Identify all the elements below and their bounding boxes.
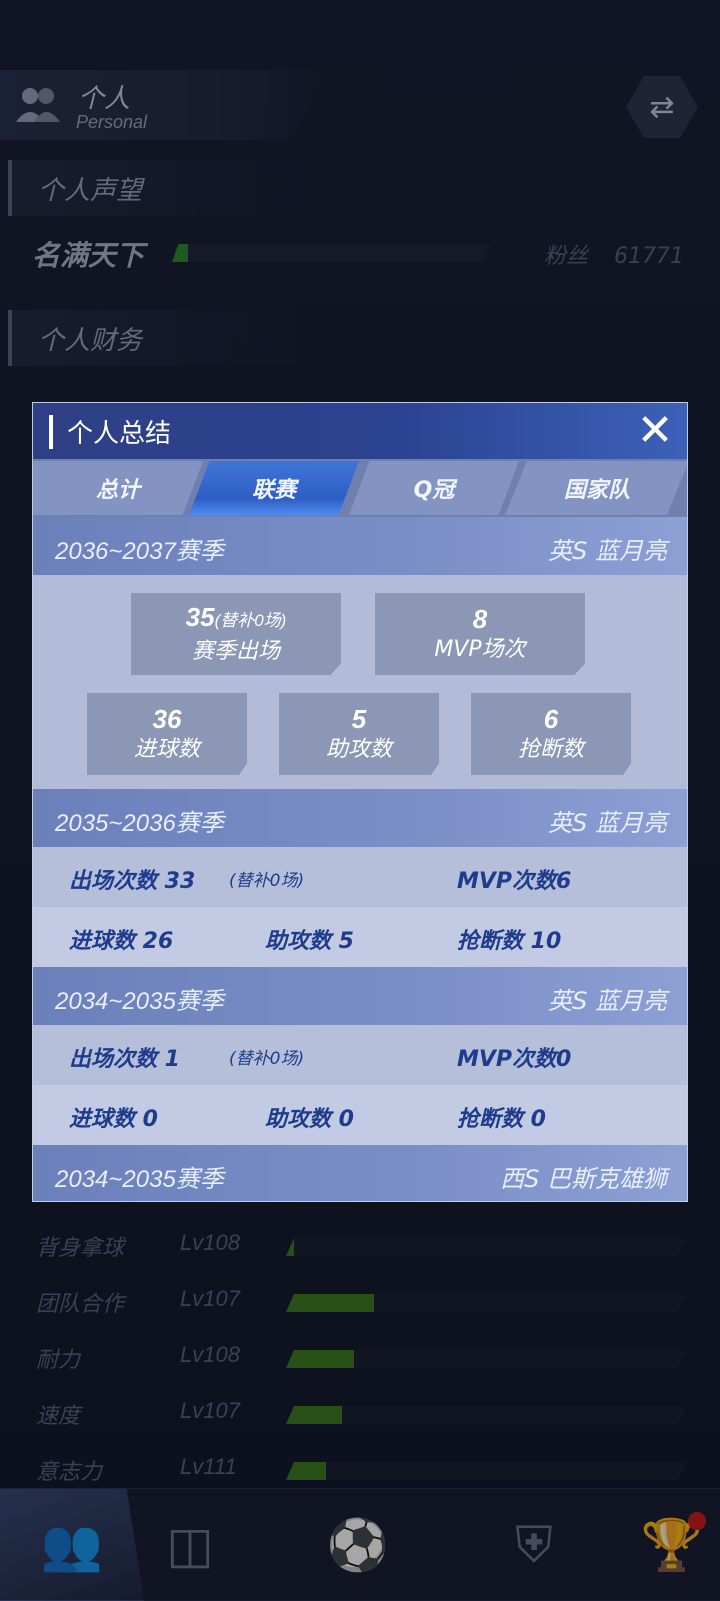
season-header: 2035~2036赛季 英S 蓝月亮	[33, 789, 687, 847]
mvp-text: MVP次数0	[457, 1047, 572, 1072]
stat-label: 进球数	[133, 737, 200, 762]
stat-label: 赛季出场	[191, 639, 280, 664]
close-button[interactable]: ✕	[631, 407, 679, 455]
close-icon: ✕	[636, 405, 674, 456]
substitute-text: (替补0场)	[229, 1049, 305, 1069]
stat-assists: 5 助攻数	[279, 693, 439, 775]
stat-label: 助攻数	[325, 737, 392, 762]
season-year: 2036~2037赛季	[55, 538, 224, 565]
stat-label: MVP场次	[434, 637, 526, 662]
stat-value: 35(替补0场)	[186, 601, 287, 637]
appearances-text: 出场次数 1	[69, 1047, 180, 1072]
mvp-value: 8	[472, 604, 488, 634]
season-header: 2034~2035赛季 西S 巴斯克雄狮	[33, 1145, 687, 1201]
appearances-text: 出场次数 33	[69, 869, 196, 894]
tackles-text: 抢断数 0	[457, 1107, 546, 1132]
season-year: 2034~2035赛季	[55, 988, 224, 1015]
stat-goals: 36 进球数	[87, 693, 247, 775]
assists-text: 助攻数 5	[265, 929, 354, 954]
substitute-text: (替补0场)	[229, 871, 305, 891]
mvp-text: MVP次数6	[457, 869, 572, 894]
appearances-sub: (替补0场)	[214, 611, 287, 630]
tab-national-team[interactable]: 国家队	[505, 461, 687, 515]
tab-league[interactable]: 联赛	[189, 461, 359, 515]
stat-label: 抢断数	[517, 737, 584, 762]
season-row: 进球数 26 助攻数 5 抢断数 10	[33, 907, 687, 967]
goals-value: 36	[152, 704, 182, 734]
season-club: 英S 蓝月亮	[548, 809, 667, 837]
summary-modal: 个人总结 ✕ 总计 联赛 Q冠 国家队 2036~2037赛季 英S 蓝月亮 3…	[32, 402, 688, 1202]
goals-text: 进球数 0	[69, 1107, 158, 1132]
tackles-value: 6	[543, 704, 559, 734]
appearances-value: 35	[185, 602, 215, 632]
season-row: 出场次数 1 (替补0场) MVP次数0	[33, 1025, 687, 1085]
season-list[interactable]: 2036~2037赛季 英S 蓝月亮 35(替补0场) 赛季出场 8 MVP场次…	[33, 517, 687, 1201]
stat-tackles: 6 抢断数	[471, 693, 631, 775]
modal-title: 个人总结	[67, 419, 172, 449]
tab-q-cup[interactable]: Q冠	[349, 461, 519, 515]
season-year: 2034~2035赛季	[55, 1166, 224, 1193]
tab-total[interactable]: 总计	[33, 461, 203, 515]
current-season-stats: 35(替补0场) 赛季出场 8 MVP场次 36 进球数 5 助攻数 6 抢断数	[33, 575, 687, 789]
assists-text: 助攻数 0	[265, 1107, 354, 1132]
season-header: 2036~2037赛季 英S 蓝月亮	[33, 517, 687, 575]
assists-value: 5	[351, 704, 367, 734]
season-club: 西S 巴斯克雄狮	[500, 1165, 667, 1193]
stat-mvp: 8 MVP场次	[375, 593, 585, 675]
title-accent	[49, 415, 53, 449]
season-header: 2034~2035赛季 英S 蓝月亮	[33, 967, 687, 1025]
season-year: 2035~2036赛季	[55, 810, 224, 837]
season-row: 进球数 0 助攻数 0 抢断数 0	[33, 1085, 687, 1145]
season-club: 英S 蓝月亮	[548, 537, 667, 565]
season-club: 英S 蓝月亮	[548, 987, 667, 1015]
tab-bar: 总计 联赛 Q冠 国家队	[33, 459, 687, 517]
tackles-text: 抢断数 10	[457, 929, 562, 954]
season-row: 出场次数 33 (替补0场) MVP次数6	[33, 847, 687, 907]
modal-header: 个人总结 ✕	[33, 403, 687, 459]
goals-text: 进球数 26	[69, 929, 174, 954]
stat-appearances: 35(替补0场) 赛季出场	[131, 593, 341, 675]
